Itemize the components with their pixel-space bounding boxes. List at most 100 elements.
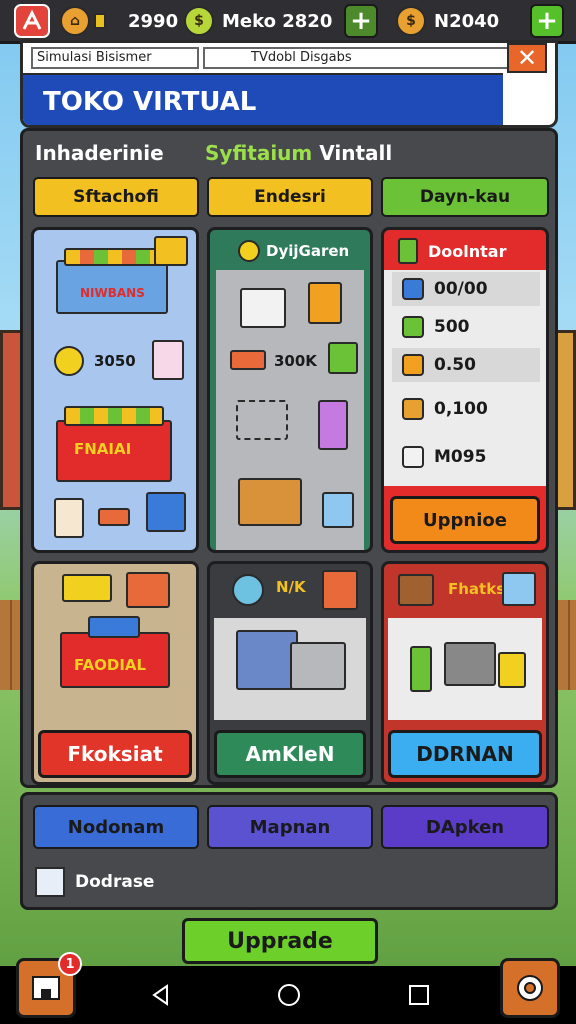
goods-header: DyijGaren: [266, 242, 350, 260]
list-row-value: 500: [434, 317, 470, 337]
category-tab-2[interactable]: Endesri: [207, 177, 373, 217]
bottle-icon: [410, 646, 432, 692]
back-icon[interactable]: [146, 980, 176, 1010]
dodrase-label: Dodrase: [75, 872, 155, 892]
resource-3: $ N2040: [396, 6, 499, 36]
category-tab-1[interactable]: Sftachofi: [33, 177, 199, 217]
resource-1-value: 2990: [128, 10, 179, 32]
food-pack-icon: [98, 508, 130, 526]
resource-2: $ Meko 2820: [184, 6, 332, 36]
product-card-display[interactable]: FAODIAL Fkoksiat: [31, 561, 199, 785]
item-icon: [402, 446, 424, 468]
shelf-goods-icon: [64, 248, 160, 266]
list-row-value: 0,100: [434, 399, 488, 419]
list-row[interactable]: M095: [392, 440, 540, 474]
resource-2-value: Meko 2820: [222, 10, 333, 32]
upgrade-button[interactable]: Upprade: [182, 918, 378, 964]
notification-badge: 1: [58, 952, 82, 976]
store-icon: [236, 630, 298, 690]
item-icon: [402, 354, 424, 376]
simulation-field[interactable]: Simulasi Bisismer: [31, 47, 199, 69]
upgrade-list-card: Doolntar 00/00 500 0.50 0,100 M095 Uppni…: [381, 227, 549, 553]
home-icon[interactable]: [274, 980, 304, 1010]
list-row[interactable]: 500: [392, 310, 540, 344]
product-card-shelves[interactable]: NIWBANS 3050 FNAIAI: [31, 227, 199, 553]
category-tab-3[interactable]: Dayn-kau: [381, 177, 549, 217]
crate-icon: [126, 572, 170, 608]
snack-box-icon: [54, 498, 84, 538]
basket-icon: [444, 642, 496, 686]
list-row-value: 00/00: [434, 279, 488, 299]
coin-icon: $: [396, 6, 426, 36]
item-icon: [402, 278, 424, 300]
shop-icon: ⌂: [60, 6, 90, 36]
panel-heading-right: Syfitaium Vintall: [205, 141, 392, 165]
product-box-icon: [152, 340, 184, 380]
bar-icon: [94, 13, 106, 29]
plus-icon: +: [350, 6, 372, 36]
list-row[interactable]: 00/00: [392, 272, 540, 306]
spray-bottle-icon: [318, 400, 348, 450]
gear-icon: [517, 975, 543, 1001]
item-icon: [402, 398, 424, 420]
delivery-truck-icon: [290, 642, 346, 690]
resource-1: ⌂ 2990: [60, 6, 178, 36]
bottom-button-2[interactable]: Mapnan: [207, 805, 373, 849]
display-bin-sign: FNAIAI: [74, 440, 132, 458]
inbox-icon: [32, 976, 60, 1000]
shopping-cart-icon: [236, 400, 288, 440]
delivery-label: N/K: [276, 578, 306, 596]
drink-icon: [328, 342, 358, 374]
sign-icon: [62, 574, 112, 602]
parcel-icon: [322, 570, 358, 610]
product-card-supplies[interactable]: Fhatks DDRNAN: [381, 561, 549, 785]
close-button[interactable]: ✕: [507, 43, 547, 73]
app-menu-icon[interactable]: [14, 4, 50, 38]
globe-icon: [232, 574, 264, 606]
store-panel: Inhaderinie Syfitaium Vintall Sftachofi …: [20, 128, 558, 788]
plus-icon: +: [536, 6, 558, 36]
goods-price: 300K: [274, 352, 317, 370]
list-header-icon: [398, 238, 418, 264]
card4-button[interactable]: Fkoksiat: [38, 730, 192, 778]
dodrase-row[interactable]: Dodrase: [35, 865, 154, 899]
system-nav-bar: [0, 966, 576, 1024]
product-card-goods[interactable]: DyijGaren 300K: [207, 227, 373, 553]
card5-button[interactable]: AmKleN: [214, 730, 366, 778]
tab-display[interactable]: TVdobl Disgabs: [203, 47, 513, 69]
resource-3-value: N2040: [434, 10, 500, 32]
card6-button[interactable]: DDRNAN: [388, 730, 542, 778]
panel-heading-left: Inhaderinie: [35, 141, 164, 165]
upgrade-small-label: Uppnioe: [423, 509, 507, 531]
item-icon: [402, 316, 424, 338]
bottom-button-3[interactable]: DApken: [381, 805, 549, 849]
bottom-button-1[interactable]: Nodonam: [33, 805, 199, 849]
product-card-delivery[interactable]: N/K AmKleN: [207, 561, 373, 785]
barrel-icon: [398, 574, 434, 606]
cardboard-box-icon: [238, 478, 302, 526]
carton-icon: [154, 236, 188, 266]
bottle-icon: [308, 282, 342, 324]
panel-heading-green: Syfitaium: [205, 141, 313, 165]
list-row[interactable]: 0,100: [392, 392, 540, 426]
jar-icon: [322, 492, 354, 528]
supplies-label: Fhatks: [448, 580, 506, 598]
cube-box-icon: [146, 492, 186, 532]
header-card: Simulasi Bisismer TVdobl Disgabs ✕ TOKO …: [20, 40, 558, 128]
upgrade-small-button[interactable]: Uppnioe: [390, 496, 540, 544]
cash-icon: $: [184, 6, 214, 36]
boxes-icon: [240, 288, 286, 328]
display-sign: FAODIAL: [74, 656, 147, 674]
add-currency-button[interactable]: +: [344, 4, 378, 38]
coin-icon: [54, 346, 84, 376]
recents-icon[interactable]: [404, 980, 434, 1010]
tray-icon: [230, 350, 266, 370]
blue-sign-icon: [88, 616, 140, 638]
settings-button[interactable]: [500, 958, 560, 1018]
bin-goods-icon: [64, 406, 164, 426]
list-row[interactable]: 0.50: [392, 348, 540, 382]
chart-icon: [35, 867, 65, 897]
page-title: TOKO VIRTUAL: [23, 73, 503, 125]
add-coins-button[interactable]: +: [530, 4, 564, 38]
list-header: Doolntar: [428, 242, 507, 261]
